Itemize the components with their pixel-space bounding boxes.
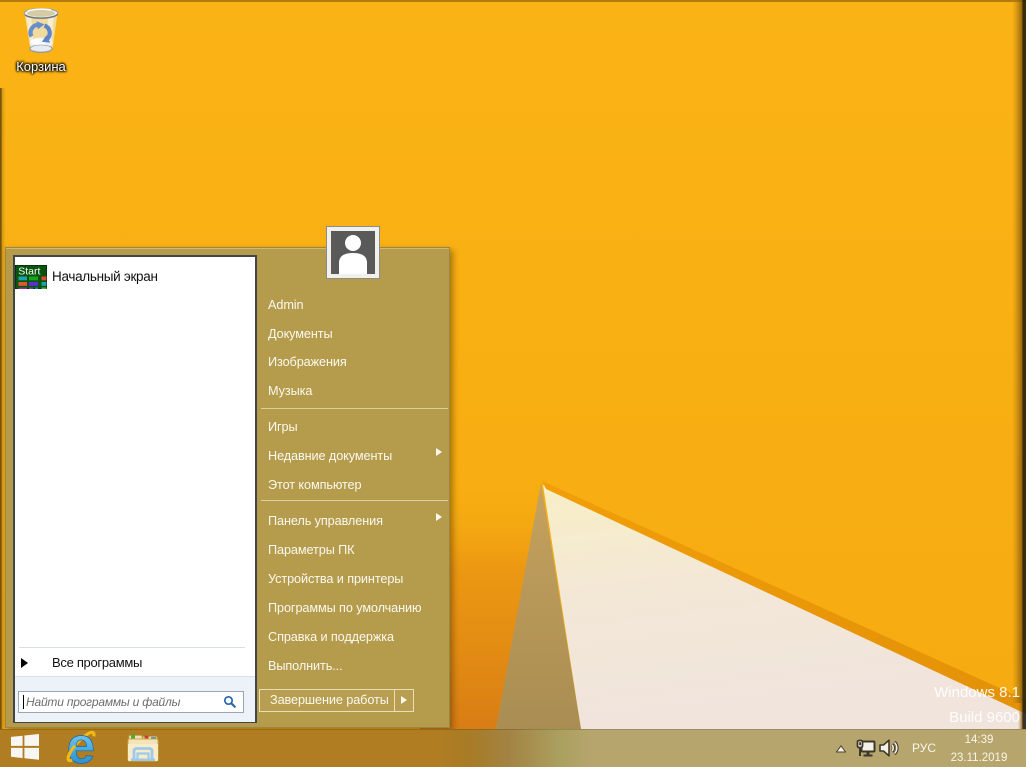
- svg-text:Start: Start: [18, 266, 40, 278]
